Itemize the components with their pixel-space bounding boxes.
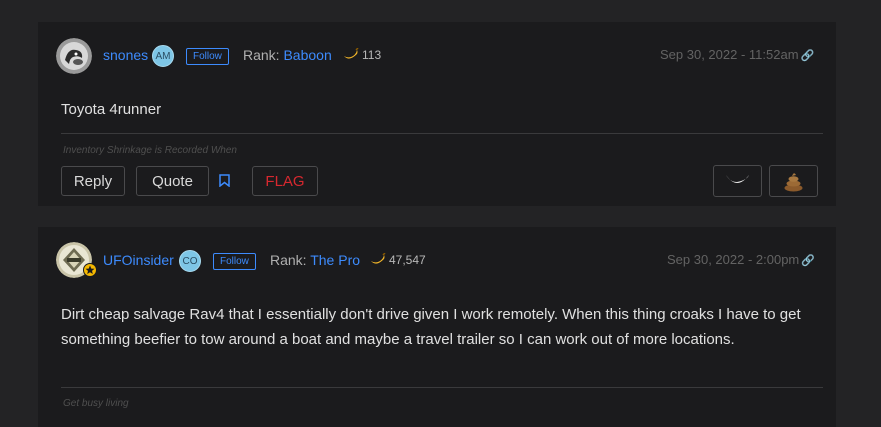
divider — [61, 133, 823, 134]
username-link[interactable]: snones — [103, 47, 148, 63]
banana-count-value: 113 — [362, 48, 382, 62]
poop-react-button[interactable] — [769, 165, 818, 197]
signature: Inventory Shrinkage is Recorded When — [63, 145, 237, 156]
banana-icon — [344, 47, 359, 59]
banana-react-button[interactable] — [713, 165, 762, 197]
banana-react-icon — [726, 175, 749, 183]
permalink-icon[interactable]: 🔗 — [801, 50, 815, 62]
banana-icon — [371, 252, 386, 264]
user-rank: Rank: Baboon — [243, 47, 332, 63]
banana-count: 47,547 — [370, 252, 426, 267]
star-badge-icon — [83, 263, 97, 277]
quote-button[interactable]: Quote — [136, 166, 209, 196]
post-content: Dirt cheap salvage Rav4 that I essential… — [61, 306, 801, 348]
poop-react-icon — [784, 173, 803, 192]
follow-button[interactable]: Follow — [186, 48, 229, 65]
timestamp-text: Sep 30, 2022 - 11:52am — [660, 47, 799, 62]
monkey-avatar-icon — [56, 38, 92, 74]
banana-count: 113 — [343, 47, 382, 62]
signature: Get busy living — [63, 398, 129, 409]
post-card: snones AM Follow Rank: Baboon 113 Sep 30… — [38, 22, 836, 206]
rank-value-link[interactable]: The Pro — [310, 252, 360, 268]
post-timestamp[interactable]: Sep 30, 2022 - 2:00pm 🔗 — [667, 252, 815, 267]
username-link[interactable]: UFOinsider — [103, 252, 174, 268]
post-card: UFOinsider CO Follow Rank: The Pro 47,54… — [38, 227, 836, 427]
permalink-icon[interactable]: 🔗 — [801, 255, 815, 267]
bookmark-icon[interactable] — [219, 174, 230, 187]
divider — [61, 387, 823, 388]
timestamp-text: Sep 30, 2022 - 2:00pm — [667, 252, 800, 267]
user-rank: Rank: The Pro — [270, 252, 360, 268]
user-avatar[interactable] — [56, 38, 92, 74]
flag-button[interactable]: FLAG — [252, 166, 318, 196]
follow-button[interactable]: Follow — [213, 253, 256, 270]
rank-label: Rank: — [243, 47, 280, 63]
post-content: Toyota 4runner — [61, 101, 162, 118]
banana-count-value: 47,547 — [389, 253, 426, 267]
rank-value-link[interactable]: Baboon — [283, 47, 331, 63]
user-initials-badge: CO — [179, 250, 201, 272]
post-timestamp[interactable]: Sep 30, 2022 - 11:52am 🔗 — [660, 47, 814, 62]
user-initials-badge: AM — [152, 45, 174, 67]
rank-label: Rank: — [270, 252, 307, 268]
reply-button[interactable]: Reply — [61, 166, 125, 196]
